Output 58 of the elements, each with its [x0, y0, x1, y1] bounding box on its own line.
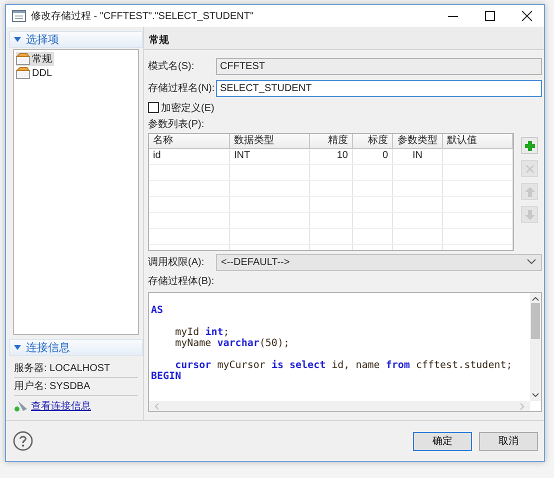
horizontal-scrollbar[interactable]	[149, 401, 530, 411]
code-editor[interactable]: AS myId int; myName varchar(50); cursor myCursor is select id, name from cfftest.student; BEGIN	[148, 292, 542, 412]
window-title: 修改存储过程 - "CFFTEST"."SELECT_STUDENT"	[31, 10, 255, 23]
help-icon[interactable]	[13, 431, 33, 451]
connection-link[interactable]: 查看连接信息	[31, 399, 91, 413]
table-cell: id	[149, 149, 230, 164]
column-header[interactable]: 名称	[149, 134, 230, 148]
folder-icon	[16, 67, 30, 79]
collapse-icon	[14, 37, 21, 42]
checkbox[interactable]	[148, 102, 159, 113]
code-line: myId int;	[174, 327, 230, 338]
invoker-dropdown[interactable]: <--DEFAULT-->	[216, 254, 542, 270]
tree-item[interactable]: DDL	[16, 66, 54, 80]
connection-icon	[14, 400, 28, 412]
down-arrow-icon	[524, 208, 536, 220]
section-header[interactable]: 连接信息	[9, 339, 143, 356]
cancel-button[interactable]: 取消	[479, 432, 538, 450]
window-icon	[12, 10, 26, 22]
folder-icon	[16, 53, 30, 65]
column-header[interactable]: 参数类型	[393, 134, 443, 148]
table-cell: 10	[310, 149, 353, 164]
server-info: 服务器: LOCALHOST	[14, 360, 138, 378]
tree-item[interactable]: 常规	[16, 52, 54, 66]
table-cell: 0	[353, 149, 393, 164]
code-line: myName varchar(50);	[174, 338, 290, 349]
column-header[interactable]: 默认值	[443, 134, 513, 148]
field-label: 参数列表(P):	[148, 118, 206, 132]
field-label: 调用权限(A):	[148, 256, 206, 269]
plus-icon	[524, 140, 536, 152]
user-info: 用户名: SYSDBA	[14, 378, 138, 396]
table-cell: INT	[230, 149, 310, 164]
checkbox-label: 加密定义(E)	[161, 102, 214, 114]
maximize-icon[interactable]	[485, 11, 495, 21]
table-cell: IN	[393, 149, 443, 164]
column-header[interactable]: 精度	[310, 134, 353, 148]
input-field[interactable]: SELECT_STUDENT	[216, 80, 542, 96]
scroll-down-icon	[532, 393, 539, 397]
code-line: cursor myCursor is select id, name from cfftest.student;	[174, 360, 512, 371]
chevron-down-icon	[527, 259, 536, 265]
code-line: BEGIN	[151, 371, 182, 382]
code-line: AS	[151, 305, 164, 316]
x-icon	[524, 162, 536, 174]
column-header[interactable]: 标度	[353, 134, 393, 148]
scroll-up-icon	[532, 297, 539, 301]
add-button[interactable]	[521, 137, 538, 154]
section-header[interactable]: 选择项	[9, 31, 143, 48]
field-label: 模式名(S):	[148, 60, 196, 73]
field-label: 存储过程体(B):	[148, 274, 216, 289]
field-label: 存储过程名(N):	[148, 82, 216, 95]
section-title: 常规	[144, 27, 544, 50]
ok-button[interactable]: 确定	[413, 432, 472, 450]
column-header[interactable]: 数据类型	[230, 134, 310, 148]
collapse-icon	[14, 345, 21, 350]
close-icon[interactable]	[522, 11, 532, 21]
scroll-right-icon	[520, 402, 524, 410]
vertical-scrollbar[interactable]	[530, 293, 541, 401]
scroll-left-icon	[155, 402, 159, 410]
up-arrow-icon	[524, 186, 536, 198]
